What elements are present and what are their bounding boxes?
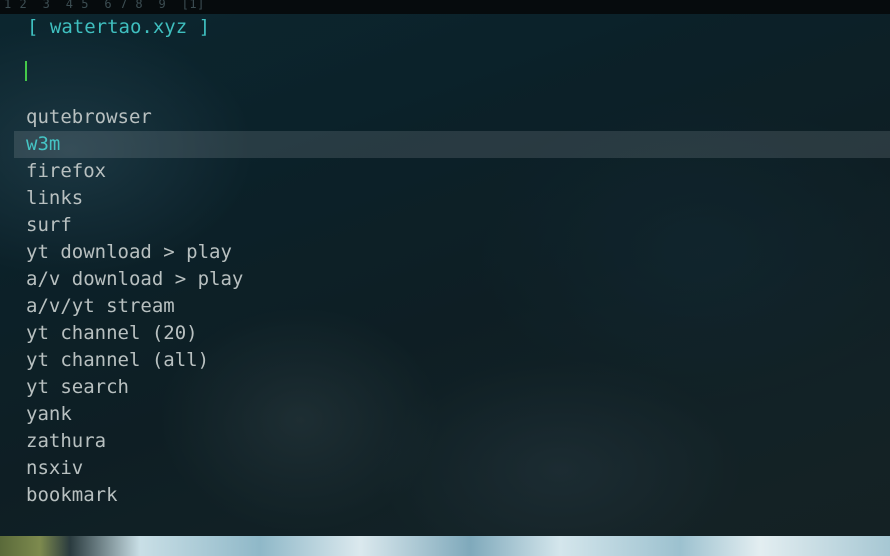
menu-item-zathura[interactable]: zathura [14, 428, 890, 455]
text-cursor[interactable] [25, 61, 27, 81]
menu-item-nsxiv[interactable]: nsxiv [14, 455, 890, 482]
menu-item-yt-search[interactable]: yt search [14, 374, 890, 401]
prompt-title: [ watertao.xyz ] [27, 16, 211, 38]
menu-item-surf[interactable]: surf [14, 212, 890, 239]
menu-item-w3m[interactable]: w3m [14, 131, 890, 158]
wallpaper-strip [0, 536, 890, 556]
menu-item-yank[interactable]: yank [14, 401, 890, 428]
menu-item-bookmark[interactable]: bookmark [14, 482, 890, 509]
menu-item-firefox[interactable]: firefox [14, 158, 890, 185]
menu-item-av-yt-stream[interactable]: a/v/yt stream [14, 293, 890, 320]
workspace-indicators[interactable]: 1 2 3 4 5 6 7 8 9 [1] [4, 0, 205, 11]
desktop-screen: 1 2 3 4 5 6 7 8 9 [1] [ watertao.xyz ] q… [0, 0, 890, 556]
menu-item-av-download-play[interactable]: a/v download > play [14, 266, 890, 293]
menu-item-yt-download-play[interactable]: yt download > play [14, 239, 890, 266]
menu-item-qutebrowser[interactable]: qutebrowser [14, 104, 890, 131]
status-bar: 1 2 3 4 5 6 7 8 9 [1] [0, 0, 890, 14]
menu-item-list: qutebrowser w3m firefox links surf yt do… [14, 104, 890, 509]
menu-item-yt-channel-20[interactable]: yt channel (20) [14, 320, 890, 347]
menu-item-links[interactable]: links [14, 185, 890, 212]
menu-item-yt-channel-all[interactable]: yt channel (all) [14, 347, 890, 374]
